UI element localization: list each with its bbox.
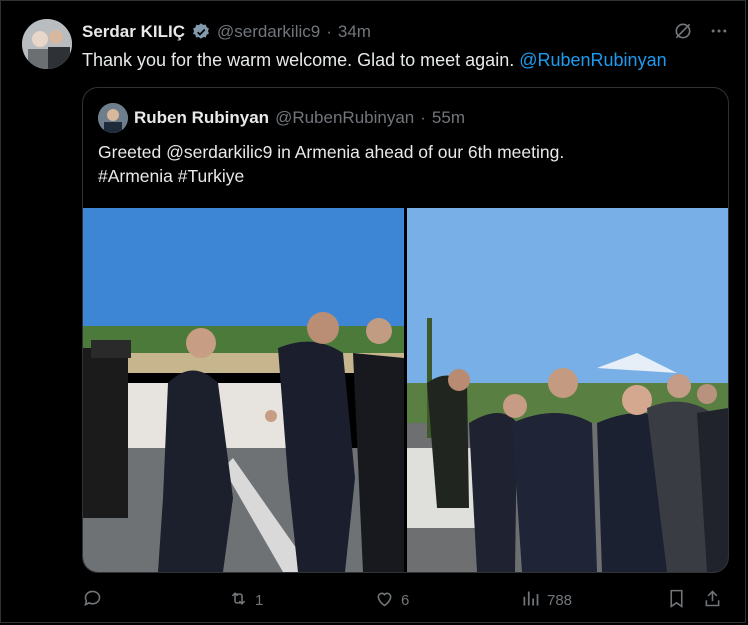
retweet-button[interactable]: 1: [228, 588, 374, 613]
quoted-time[interactable]: 55m: [432, 108, 465, 128]
quoted-line1-pre: Greeted: [98, 142, 167, 162]
tweet-time[interactable]: 34m: [338, 22, 371, 42]
like-button[interactable]: 6: [374, 588, 520, 613]
photo-group-walk[interactable]: [407, 208, 728, 572]
tweet-header: Serdar KILIÇ @serdarkilic9 · 34m: [82, 20, 371, 44]
share-button[interactable]: [702, 588, 726, 613]
tweet-text: Thank you for the warm welcome. Glad to …: [82, 48, 667, 72]
photo-grid: [83, 208, 728, 572]
quoted-hashtags: #Armenia #Turkiye: [98, 166, 245, 186]
views-count: 788: [547, 591, 573, 609]
reply-button[interactable]: [82, 588, 228, 613]
author-avatar[interactable]: [22, 19, 72, 69]
grok-icon[interactable]: [672, 20, 694, 42]
top-actions: [672, 20, 730, 42]
views-button[interactable]: 788: [520, 588, 666, 613]
author-name[interactable]: Serdar KILIÇ: [82, 22, 185, 42]
quoted-text-line1: Greeted @serdarkilic9 in Armenia ahead o…: [98, 140, 564, 164]
quoted-header: Ruben Rubinyan @RubenRubinyan · 55m: [98, 103, 465, 133]
photo-handshake[interactable]: [83, 208, 404, 572]
verified-badge-icon: [191, 22, 211, 42]
tweet-body: Thank you for the warm welcome. Glad to …: [82, 50, 515, 70]
action-bar: 1 6 788: [82, 586, 732, 614]
separator-dot: ·: [326, 22, 332, 41]
views-icon: [520, 588, 541, 613]
bookmark-button[interactable]: [666, 588, 702, 613]
quoted-avatar[interactable]: [98, 103, 128, 133]
quoted-line1-post: in Armenia ahead of our 6th meeting.: [272, 142, 565, 162]
more-icon[interactable]: [708, 20, 730, 42]
quoted-separator-dot: ·: [420, 108, 426, 127]
mention-link[interactable]: @RubenRubinyan: [519, 50, 666, 70]
author-handle[interactable]: @serdarkilic9: [217, 22, 320, 42]
quoted-tweet[interactable]: Ruben Rubinyan @RubenRubinyan · 55m Gree…: [82, 87, 729, 573]
retweet-icon: [228, 588, 249, 613]
quoted-author-name[interactable]: Ruben Rubinyan: [134, 108, 269, 128]
quoted-author-handle[interactable]: @RubenRubinyan: [275, 108, 414, 128]
quoted-text: Greeted @serdarkilic9 in Armenia ahead o…: [98, 140, 564, 188]
like-count: 6: [401, 591, 410, 609]
bookmark-icon: [666, 588, 687, 613]
retweet-count: 1: [255, 591, 264, 609]
quoted-mention: @serdarkilic9: [166, 142, 273, 162]
like-icon: [374, 588, 395, 613]
reply-icon: [82, 588, 103, 613]
share-icon: [702, 588, 723, 613]
